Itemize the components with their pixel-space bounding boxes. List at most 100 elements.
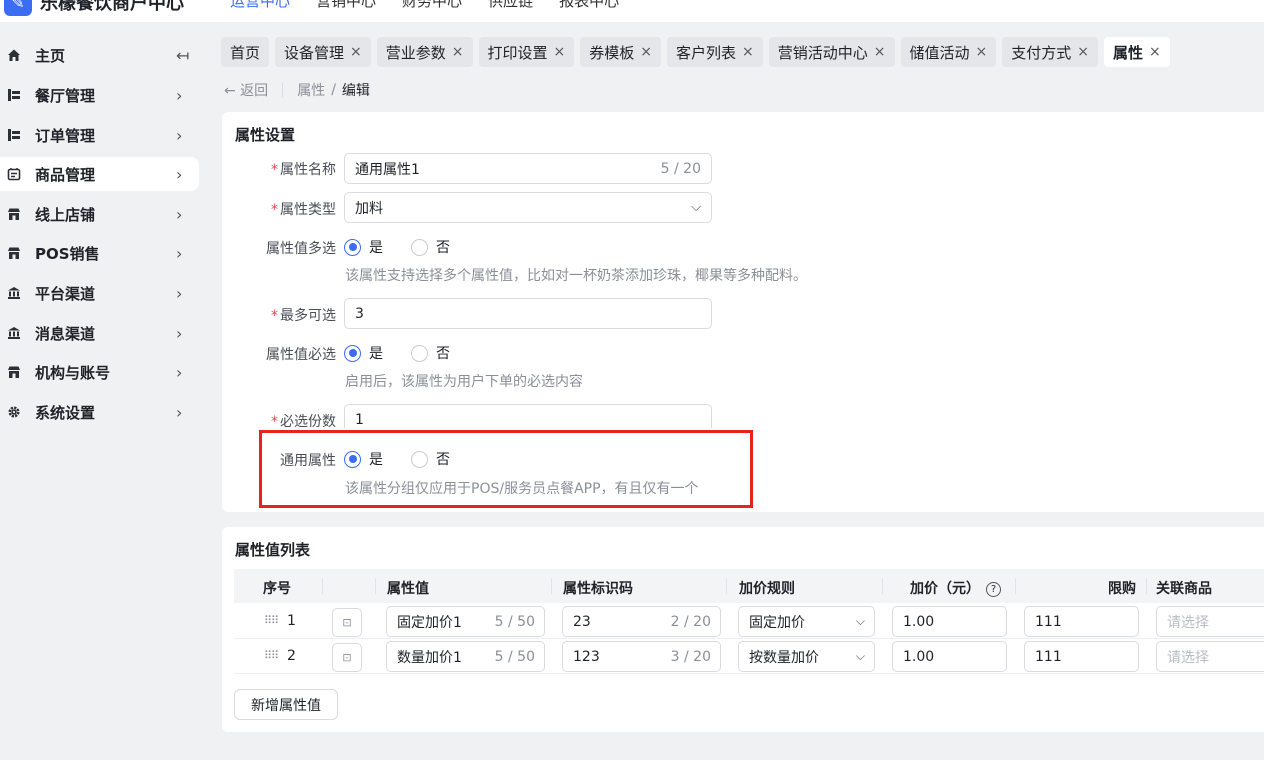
close-icon[interactable]: × bbox=[874, 44, 886, 60]
chevron-right-icon: › bbox=[176, 283, 183, 303]
image-upload-icon[interactable]: ⊡ bbox=[332, 608, 362, 637]
close-icon[interactable]: × bbox=[554, 44, 566, 60]
tab-stored-value[interactable]: 储值活动 × bbox=[900, 37, 997, 67]
breadcrumb: ← 返回 属性 / 编辑 bbox=[224, 80, 370, 100]
col-header-limit: 限购 bbox=[1108, 581, 1136, 597]
limit-input[interactable]: 111 bbox=[1024, 641, 1139, 672]
topnav-item-marketing[interactable]: 营销中心 bbox=[316, 0, 376, 11]
tab-coupon-template[interactable]: 券模板 × bbox=[580, 37, 662, 67]
attr-type-label: * 属性类型 bbox=[216, 199, 336, 219]
chevron-down-icon: ⌵ bbox=[691, 200, 701, 215]
multi-select-hint: 该属性支持选择多个属性值，比如对一杯奶茶添加珍珠，椰果等多种配料。 bbox=[345, 268, 807, 284]
chevron-down-icon: ⌵ bbox=[855, 614, 865, 628]
sidebar-item-restaurant[interactable]: 餐厅管理 › bbox=[0, 78, 199, 112]
tab-attributes[interactable]: 属性 × bbox=[1104, 37, 1170, 67]
brand-name: 乐檬餐饮商户中心 bbox=[40, 0, 184, 14]
tab-device[interactable]: 设备管理 × bbox=[275, 37, 371, 67]
sidebar-item-orders[interactable]: 订单管理 › bbox=[0, 118, 199, 152]
col-header-rule: 加价规则 bbox=[739, 581, 795, 597]
sidebar-item-label: 机构与账号 bbox=[35, 363, 111, 382]
help-icon[interactable]: ? bbox=[986, 582, 1001, 597]
breadcrumb-current: 编辑 bbox=[341, 83, 370, 99]
add-attr-value-button[interactable]: 新增属性值 bbox=[234, 689, 338, 720]
price-rule-select[interactable]: 按数量加价 ⌵ bbox=[738, 641, 875, 672]
multi-yes-radio[interactable] bbox=[344, 238, 361, 256]
tab-label: 属性 bbox=[1113, 43, 1144, 62]
required-label: 属性值必选 bbox=[266, 347, 336, 363]
tab-print-settings[interactable]: 打印设置 × bbox=[478, 37, 575, 67]
brand-logo-icon: ✎ bbox=[4, 0, 32, 16]
close-icon[interactable]: × bbox=[350, 44, 362, 60]
attr-type-select[interactable]: 加料 ⌵ bbox=[344, 192, 712, 223]
close-icon[interactable]: × bbox=[640, 44, 652, 60]
close-icon[interactable]: × bbox=[1077, 44, 1089, 60]
price-input[interactable]: 1.00 bbox=[892, 606, 1007, 637]
sidebar-item-online-store[interactable]: 线上店铺 › bbox=[0, 197, 199, 231]
tab-label: 券模板 bbox=[589, 43, 635, 62]
price-rule-select[interactable]: 固定加价 ⌵ bbox=[738, 606, 875, 637]
max-select-input[interactable]: 3 bbox=[344, 298, 712, 329]
topnav-item-reports[interactable]: 报表中心 bbox=[559, 0, 619, 11]
close-icon[interactable]: × bbox=[452, 44, 464, 60]
close-icon[interactable]: × bbox=[976, 44, 988, 60]
sidebar: 主页 ↤ 餐厅管理 › 订单管理 › 商品管理 › 线上店铺 › POS销售 › bbox=[0, 22, 208, 760]
drag-handle-icon[interactable]: ⠿⠿ bbox=[264, 649, 279, 662]
required-yes-radio[interactable] bbox=[344, 344, 361, 362]
sidebar-item-home[interactable]: 主页 ↤ bbox=[0, 38, 199, 72]
tab-payment-methods[interactable]: 支付方式 × bbox=[1002, 37, 1099, 67]
col-divider bbox=[882, 578, 883, 594]
tab-label: 储值活动 bbox=[909, 43, 970, 62]
sidebar-item-message[interactable]: 消息渠道 › bbox=[0, 316, 199, 350]
sidebar-item-org[interactable]: 机构与账号 › bbox=[0, 355, 199, 389]
attr-code-input[interactable]: 123 3 / 20 bbox=[562, 641, 721, 672]
tab-business-params[interactable]: 营业参数 × bbox=[376, 37, 473, 67]
close-icon[interactable]: × bbox=[1149, 44, 1161, 60]
char-count: 5 / 50 bbox=[494, 648, 535, 665]
attr-value-input[interactable]: 数量加价1 5 / 50 bbox=[386, 641, 545, 672]
drag-handle-icon[interactable]: ⠿⠿ bbox=[264, 614, 279, 627]
tab-label: 首页 bbox=[230, 43, 261, 62]
required-mark: * bbox=[271, 202, 278, 218]
sidebar-item-label: 餐厅管理 bbox=[35, 86, 96, 105]
sidebar-item-goods[interactable]: 商品管理 › bbox=[0, 157, 199, 191]
radio-label: 是 bbox=[369, 240, 383, 256]
attr-value-input[interactable]: 固定加价1 5 / 50 bbox=[386, 606, 545, 637]
chevron-right-icon: › bbox=[176, 243, 183, 263]
required-hint: 启用后，该属性为用户下单的必选内容 bbox=[345, 374, 583, 390]
tab-home[interactable]: 首页 bbox=[221, 37, 270, 67]
attr-code-input[interactable]: 23 2 / 20 bbox=[562, 606, 721, 637]
sidebar-item-pos[interactable]: POS销售 › bbox=[0, 236, 199, 270]
price-input[interactable]: 1.00 bbox=[892, 641, 1007, 672]
brand[interactable]: ✎ 乐檬餐饮商户中心 bbox=[4, 0, 184, 16]
col-divider bbox=[322, 578, 323, 594]
collapse-sidebar-icon[interactable]: ↤ bbox=[176, 46, 189, 65]
multi-select-radio-group: 是 否 bbox=[344, 237, 470, 257]
divider bbox=[282, 83, 284, 97]
attr-name-input[interactable]: 通用属性1 5 / 20 bbox=[344, 153, 712, 184]
sidebar-item-label: 系统设置 bbox=[35, 403, 96, 422]
chevron-right-icon: › bbox=[176, 204, 183, 224]
sidebar-item-settings[interactable]: 系统设置 › bbox=[0, 395, 199, 429]
related-goods-select[interactable]: 请选择 bbox=[1156, 641, 1264, 672]
sidebar-item-label: 商品管理 bbox=[35, 165, 96, 184]
image-upload-icon[interactable]: ⊡ bbox=[332, 643, 362, 672]
tab-marketing-center[interactable]: 营销活动中心 × bbox=[768, 37, 895, 67]
chevron-right-icon: › bbox=[176, 164, 183, 184]
related-goods-select[interactable]: 请选择 bbox=[1156, 606, 1264, 637]
col-divider bbox=[1015, 578, 1016, 594]
topnav-item-ops[interactable]: 运营中心 bbox=[230, 0, 290, 11]
cell-value: 1.00 bbox=[903, 613, 935, 630]
breadcrumb-parent[interactable]: 属性 bbox=[297, 80, 325, 100]
back-link[interactable]: ← 返回 bbox=[224, 80, 268, 100]
tab-customer-list[interactable]: 客户列表 × bbox=[667, 37, 763, 67]
multi-no-radio[interactable] bbox=[411, 238, 428, 256]
radio-label: 否 bbox=[436, 240, 450, 256]
required-no-radio[interactable] bbox=[411, 344, 428, 362]
sidebar-item-platform[interactable]: 平台渠道 › bbox=[0, 276, 199, 310]
topnav-item-supply[interactable]: 供应链 bbox=[488, 0, 533, 11]
close-icon[interactable]: × bbox=[742, 44, 754, 60]
required-count-input[interactable]: 1 bbox=[344, 404, 712, 428]
sidebar-item-label: 线上店铺 bbox=[35, 205, 96, 224]
topnav-item-finance[interactable]: 财务中心 bbox=[402, 0, 462, 11]
limit-input[interactable]: 111 bbox=[1024, 606, 1139, 637]
